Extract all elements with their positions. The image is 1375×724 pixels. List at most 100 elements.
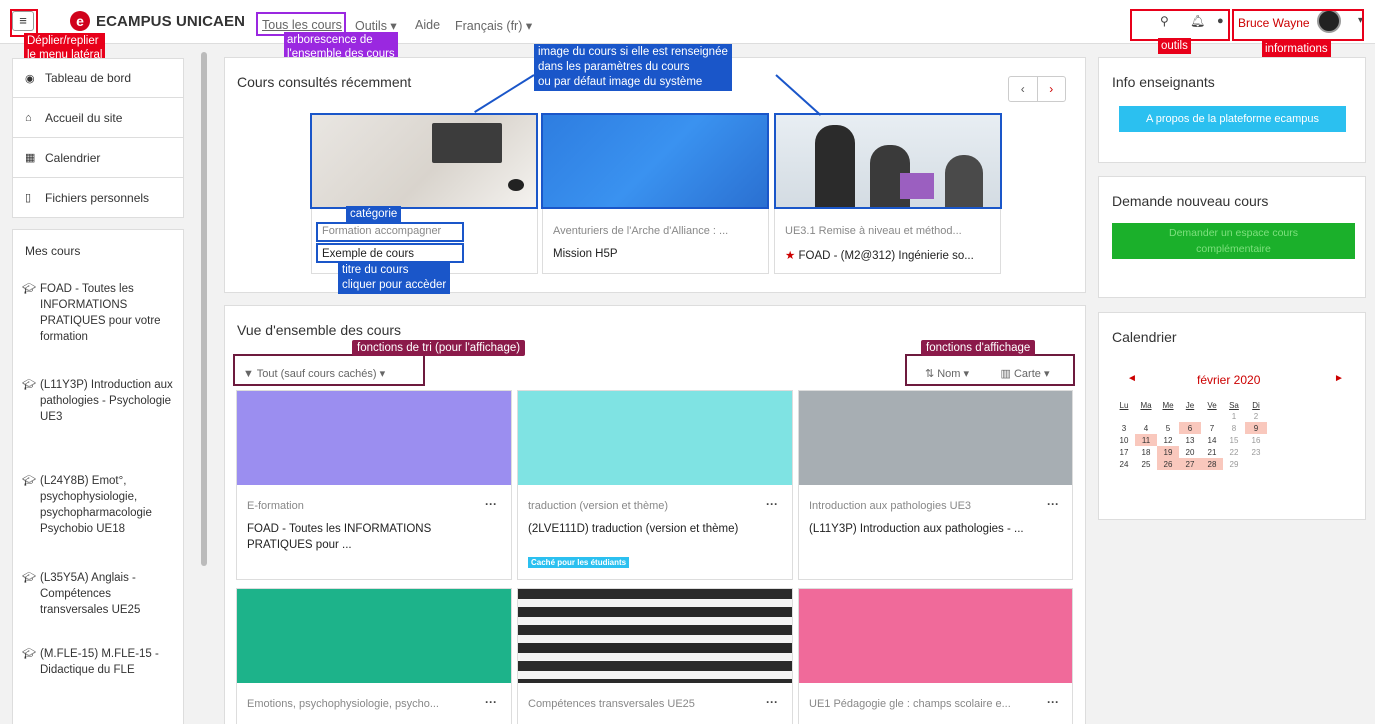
calendar-day[interactable]: 17 xyxy=(1113,446,1135,458)
overview-course-card[interactable]: Introduction aux pathologies UE3 ··· (L1… xyxy=(798,390,1073,580)
overview-course-card[interactable]: UE1 Pédagogie gle : champs scolaire e...… xyxy=(798,588,1073,724)
course-title[interactable]: (L11Y3P) Introduction aux pathologies - … xyxy=(809,521,1049,537)
calendar-day[interactable]: 28 xyxy=(1201,458,1223,470)
course-title-text: FOAD - (M2@312) Ingénierie so... xyxy=(798,250,974,262)
more-options-icon[interactable]: ··· xyxy=(1047,695,1059,709)
home-icon: ⌂ xyxy=(25,111,32,124)
brand-logo-icon[interactable]: e xyxy=(70,11,90,31)
sidebar-course[interactable]: 🎓︎ (L24Y8B) Emot°, psychophysiologie, psy… xyxy=(22,473,182,537)
calendar-day[interactable]: 2 xyxy=(1245,410,1267,422)
calendar-day[interactable]: 25 xyxy=(1135,458,1157,470)
calendar-day[interactable]: 13 xyxy=(1179,434,1201,446)
calendar-day[interactable]: 29 xyxy=(1223,458,1245,470)
sidebar-course[interactable]: 🎓︎ (M.FLE-15) M.FLE-15 - Didactique du FL… xyxy=(22,646,182,678)
course-category: Aventuriers de l'Arche d'Alliance : ... xyxy=(553,225,729,237)
course-title[interactable]: Mission H5P xyxy=(553,248,618,260)
my-courses-title: Mes cours xyxy=(25,244,81,258)
more-options-icon[interactable]: ··· xyxy=(1047,497,1059,511)
sidebar-course[interactable]: 🎓︎ FOAD - Toutes les INFORMATIONS PRATIQU… xyxy=(22,281,182,345)
annotation-box-category xyxy=(316,222,464,242)
sidebar-item-label: Calendrier xyxy=(45,150,101,165)
course-category: Compétences transversales UE25 xyxy=(528,698,695,710)
course-title[interactable]: ★ FOAD - (M2@312) Ingénierie so... xyxy=(785,248,974,262)
dashboard-icon: ◉ xyxy=(25,72,35,85)
calendar-day[interactable]: 4 xyxy=(1135,422,1157,434)
calendar-day[interactable]: 20 xyxy=(1179,446,1201,458)
calendar-day[interactable]: 7 xyxy=(1201,422,1223,434)
request-course-button[interactable]: Demander un espace cours complémentaire xyxy=(1112,223,1355,259)
sidebar-item-home[interactable]: ⌂ Accueil du site xyxy=(12,98,184,138)
calendar-day[interactable]: 3 xyxy=(1113,422,1135,434)
course-category: traduction (version et thème) xyxy=(528,500,669,512)
calendar-day[interactable]: 9 xyxy=(1245,422,1267,434)
carousel-nav: ‹ › xyxy=(1008,76,1066,102)
calendar-title: Calendrier xyxy=(1112,329,1177,345)
sidebar-item-label: Fichiers personnels xyxy=(45,190,150,205)
nav-language[interactable]: Français (fr) ▾ xyxy=(455,18,532,33)
calendar-day[interactable]: 24 xyxy=(1113,458,1135,470)
calendar-day[interactable]: 22 xyxy=(1223,446,1245,458)
course-image xyxy=(237,391,511,485)
sidebar-course[interactable]: 🎓︎ (L35Y5A) Anglais - Compétences transve… xyxy=(22,570,182,618)
nav-language-label: Français (fr) xyxy=(455,19,523,33)
overview-course-card[interactable]: E-formation ··· FOAD - Toutes les INFORM… xyxy=(236,390,512,580)
weekday-label: Sa xyxy=(1229,401,1239,410)
course-category: UE1 Pédagogie gle : champs scolaire e... xyxy=(809,698,1011,710)
calendar-day[interactable]: 10 xyxy=(1113,434,1135,446)
calendar-day[interactable]: 15 xyxy=(1223,434,1245,446)
course-image xyxy=(237,589,511,683)
calendar-grid: Lu Ma Me Je Ve Sa Di 12 3456789 10 11 12 13… xyxy=(1113,401,1267,470)
calendar-day[interactable]: 18 xyxy=(1135,446,1157,458)
more-options-icon[interactable]: ··· xyxy=(766,497,778,511)
calendar-day[interactable]: 6 xyxy=(1179,422,1201,434)
next-month-icon[interactable]: ► xyxy=(1334,373,1344,384)
annotation-tri: fonctions de tri (pour l'affichage) xyxy=(352,340,526,356)
sidebar-item-label: Accueil du site xyxy=(45,110,123,125)
annotation-box-image xyxy=(774,113,1002,209)
weekday-label: Ve xyxy=(1207,401,1217,410)
annotation-box-title xyxy=(316,243,464,263)
scrollbar[interactable] xyxy=(201,52,207,566)
annotation-title: titre du cours cliquer pour accèder xyxy=(338,262,451,294)
sidebar-nav: ◉ Tableau de bord ⌂ Accueil du site ▦ Calen… xyxy=(12,58,184,218)
prev-month-icon[interactable]: ◄ xyxy=(1127,373,1137,384)
calendar-day[interactable]: 26 xyxy=(1157,458,1179,470)
more-options-icon[interactable]: ··· xyxy=(485,695,497,709)
sidebar-course[interactable]: 🎓︎ (L11Y3P) Introduction aux pathologies … xyxy=(22,377,182,425)
overview-course-card[interactable]: traduction (version et thème) ··· (2LVE1… xyxy=(517,390,793,580)
course-title[interactable]: (2LVE111D) traduction (version et thème) xyxy=(528,521,748,537)
calendar-day[interactable]: 16 xyxy=(1245,434,1267,446)
star-icon: ★ xyxy=(785,250,796,262)
graduation-cap-icon: 🎓︎ xyxy=(22,379,36,391)
calendar-day[interactable]: 23 xyxy=(1245,446,1267,458)
new-course-panel: Demande nouveau cours Demander un espace… xyxy=(1098,176,1366,298)
nav-help[interactable]: Aide xyxy=(415,18,440,32)
calendar-day[interactable]: 5 xyxy=(1157,422,1179,434)
calendar-day[interactable]: 27 xyxy=(1179,458,1201,470)
calendar-day[interactable]: 12 xyxy=(1157,434,1179,446)
graduation-cap-icon: 🎓︎ xyxy=(22,648,36,660)
more-options-icon[interactable]: ··· xyxy=(766,695,778,709)
info-title: Info enseignants xyxy=(1112,74,1215,90)
info-button[interactable]: A propos de la plateforme ecampus xyxy=(1119,106,1346,132)
overview-course-card[interactable]: Compétences transversales UE25 ··· xyxy=(517,588,793,724)
calendar-day[interactable]: 14 xyxy=(1201,434,1223,446)
chevron-right-icon[interactable]: › xyxy=(1036,77,1066,101)
overview-course-card[interactable]: Emotions, psychophysiologie, psycho... ·… xyxy=(236,588,512,724)
calendar-month: février 2020 xyxy=(1197,373,1261,387)
calendar-day[interactable]: 1 xyxy=(1223,410,1245,422)
calendar-day[interactable]: 8 xyxy=(1223,422,1245,434)
sidebar-item-dashboard[interactable]: ◉ Tableau de bord xyxy=(12,58,184,98)
calendar-day[interactable]: 21 xyxy=(1201,446,1223,458)
chevron-left-icon[interactable]: ‹ xyxy=(1009,77,1037,101)
sidebar-item-files[interactable]: ▯ Fichiers personnels xyxy=(12,178,184,218)
calendar-day[interactable]: 19 xyxy=(1157,446,1179,458)
more-options-icon[interactable]: ··· xyxy=(485,497,497,511)
brand-name[interactable]: ECAMPUS UNICAEN xyxy=(96,13,245,30)
calendar-day[interactable]: 11 xyxy=(1135,434,1157,446)
nav-tools[interactable]: Outils ▾ xyxy=(355,18,397,33)
annotation-box-outils xyxy=(1130,9,1230,41)
sidebar-course-label: (L11Y3P) Introduction aux pathologies - … xyxy=(40,379,173,423)
course-title[interactable]: FOAD - Toutes les INFORMATIONS PRATIQUES… xyxy=(247,521,467,553)
sidebar-item-calendar[interactable]: ▦ Calendrier xyxy=(12,138,184,178)
